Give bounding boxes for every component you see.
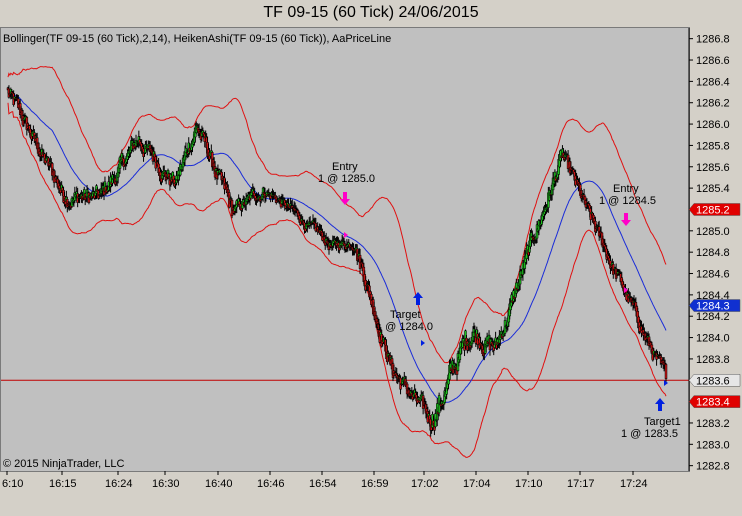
x-tick-label: 16:24 [105,478,133,490]
y-tick-label: 1284.6 [696,269,730,281]
price-tag-label-last: 1283.6 [696,375,730,387]
entry-2-arrow-icon [621,213,631,226]
x-tick-label: 17:04 [463,478,491,490]
x-tick-label: 16:30 [152,478,180,490]
entry-2-label: 1 @ 1284.5 [599,195,656,207]
x-axis: 6:10 16:15 16:24 16:30 16:40 16:46 16:54 16:59 1… [2,471,648,490]
x-tick-label: 16:54 [309,478,337,490]
x-tick-label: 16:59 [361,478,389,490]
chart-window: TF 09-15 (60 Tick) 24/06/2015 Entry 1 @ 1… [0,0,742,516]
x-tick-label: 17:24 [620,478,648,490]
y-tick-label: 1284.2 [696,311,730,323]
y-tick-label: 1282.8 [696,461,730,473]
candle-body[interactable] [664,364,668,379]
y-tick-label: 1285.4 [696,183,730,195]
indicator-caption: Bollinger(TF 09-15 (60 Tick),2,14), Heik… [3,33,392,45]
x-tick-label: 17:17 [567,478,595,490]
y-tick-label: 1285.0 [696,226,730,238]
chart-svg: Entry1 @ 1285.0Target1 @ 1284.0Entry1 @ … [1,28,741,490]
candle-layer[interactable] [6,85,668,437]
price-tag-label-lower: 1283.4 [696,397,730,409]
y-tick-label: 1286.0 [696,119,730,131]
y-tick-label: 1286.6 [696,55,730,67]
copyright-text: © 2015 NinjaTrader, LLC [3,458,125,470]
x-tick-label: 17:02 [411,478,439,490]
entry-1-label: Entry [332,161,358,173]
price-tag-label-upper: 1285.2 [696,204,730,216]
entry-1-arrow-icon [340,192,350,205]
entry-2-label: Entry [613,183,639,195]
x-tick-label: 17:10 [515,478,543,490]
bollinger-upper-band [7,65,667,364]
target-2-label: 1 @ 1283.5 [621,428,678,440]
target-1-marker-icon [421,340,425,346]
y-tick-label: 1286.8 [696,34,730,46]
bollinger-layer [7,65,667,458]
y-tick-label: 1285.6 [696,162,730,174]
target-1-label: Target [390,309,421,321]
target-2-label: Target1 [644,416,681,428]
target-1-arrow-icon [413,292,423,305]
x-tick-label: 16:40 [205,478,233,490]
y-tick-label: 1283.0 [696,439,730,451]
y-tick-label: 1284.0 [696,333,730,345]
price-tag-label-middle: 1284.3 [696,301,730,313]
y-tick-label: 1283.2 [696,418,730,430]
x-tick-label: 16:46 [257,478,285,490]
y-tick-label: 1285.8 [696,140,730,152]
y-tick-label: 1284.8 [696,247,730,259]
entry-1-marker-icon [344,232,348,238]
y-tick-label: 1286.4 [696,76,730,88]
target-1-label: 1 @ 1284.0 [376,321,433,333]
y-tick-label: 1283.8 [696,354,730,366]
y-tick-label: 1286.2 [696,98,730,110]
x-tick-label: 6:10 [2,478,23,490]
target-2-arrow-icon [655,398,665,411]
x-tick-label: 16:15 [49,478,77,490]
entry-1-label: 1 @ 1285.0 [318,173,375,185]
